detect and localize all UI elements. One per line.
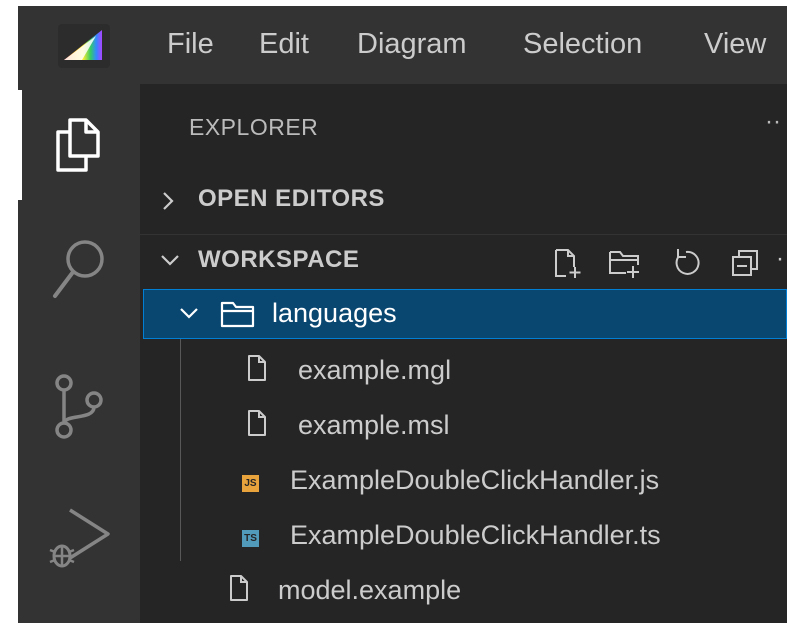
active-indicator (18, 90, 22, 200)
file-label: example.mgl (298, 355, 452, 385)
tree-folder-languages[interactable]: languages (143, 289, 787, 339)
open-editors-header[interactable]: OPEN EDITORS (140, 174, 787, 224)
tree-file-model-example[interactable]: model.example (140, 566, 787, 618)
workspace-header[interactable]: WORKSPACE · (140, 234, 787, 285)
collapse-all-icon[interactable] (730, 247, 762, 279)
search-icon[interactable] (50, 234, 110, 304)
folder-label: languages (272, 298, 397, 328)
chevron-right-icon (163, 192, 174, 210)
workspace-title: WORKSPACE (198, 246, 360, 273)
new-file-icon[interactable] (552, 247, 584, 279)
activity-bar (18, 84, 140, 623)
app-window: File Edit Diagram Selection View EXPLORE… (18, 6, 787, 623)
file-label: model.example (278, 575, 462, 605)
tree-file-example-mgl[interactable]: example.mgl (140, 346, 787, 398)
workspace-more-icon[interactable]: · (776, 245, 784, 273)
javascript-file-icon: JS (242, 475, 259, 492)
typescript-file-icon: TS (242, 530, 259, 547)
menu-selection[interactable]: Selection (523, 25, 642, 63)
tree-file-handler-ts[interactable]: TS ExampleDoubleClickHandler.ts (140, 511, 787, 563)
file-label: example.msl (298, 410, 450, 440)
menu-diagram[interactable]: Diagram (357, 25, 467, 63)
app-logo-icon (58, 24, 110, 68)
explorer-title: EXPLORER (189, 114, 319, 140)
file-icon (230, 575, 248, 601)
file-label: ExampleDoubleClickHandler.js (290, 465, 660, 495)
files-icon[interactable] (50, 114, 110, 176)
menu-bar: File Edit Diagram Selection View (18, 6, 787, 84)
run-debug-icon[interactable] (48, 504, 112, 574)
chevron-down-icon (161, 255, 179, 266)
file-label: ExampleDoubleClickHandler.ts (290, 520, 661, 550)
tree-file-example-msl[interactable]: example.msl (140, 401, 787, 453)
explorer-sidebar: EXPLORER ·· OPEN EDITORS WORKSPACE · lan… (140, 84, 787, 623)
refresh-icon[interactable] (670, 247, 702, 279)
menu-file[interactable]: File (167, 25, 214, 63)
menu-edit[interactable]: Edit (259, 25, 309, 63)
source-control-icon[interactable] (52, 374, 108, 444)
folder-icon (220, 301, 255, 328)
more-actions-icon[interactable]: ·· (765, 108, 781, 136)
chevron-down-icon (180, 308, 198, 319)
tree-file-handler-js[interactable]: JS ExampleDoubleClickHandler.js (140, 456, 787, 508)
menu-view[interactable]: View (704, 25, 766, 63)
open-editors-title: OPEN EDITORS (198, 185, 385, 212)
file-icon (248, 410, 266, 436)
new-folder-icon[interactable] (608, 247, 642, 279)
file-icon (248, 355, 266, 381)
